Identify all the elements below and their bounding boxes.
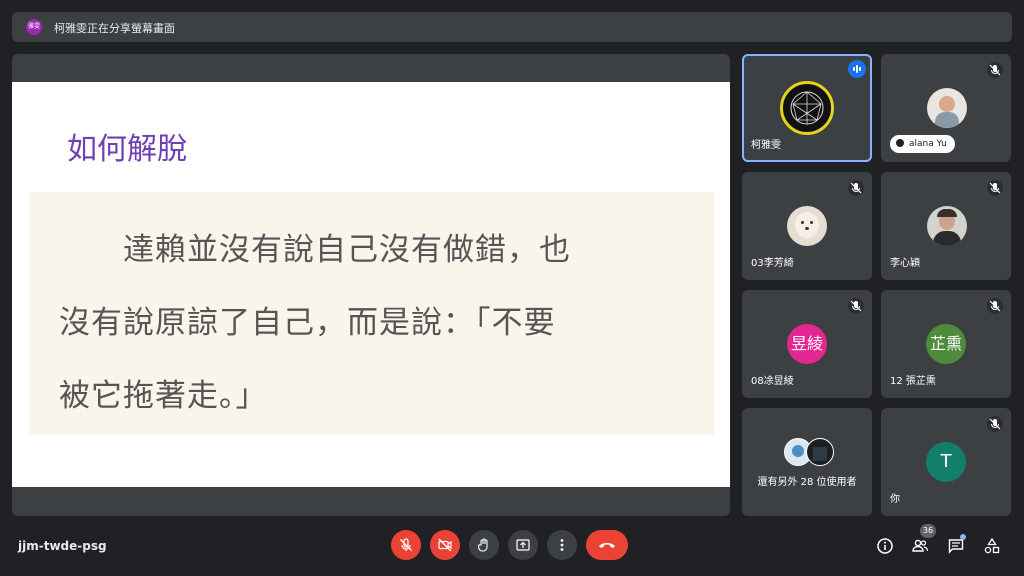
slide-title: 如何解脫 [67, 132, 187, 167]
meeting-code: jjm-twde-psg [18, 539, 107, 553]
hand-icon [477, 538, 488, 552]
participant-avatar-image [927, 88, 967, 128]
mic-off-icon [848, 180, 864, 196]
participant-name: 你 [890, 494, 900, 505]
presenting-banner-text: 柯雅雯正在分享螢幕畫面 [54, 22, 175, 35]
slide-line: 沒有說原諒了自己，而是說：「不要 [59, 305, 556, 341]
present-now-button[interactable] [508, 530, 538, 560]
people-icon [912, 539, 929, 552]
participant-avatar: 昱綾 [787, 324, 827, 364]
presenter-avatar: 雅雯 [26, 19, 42, 35]
mic-off-icon [400, 538, 412, 551]
more-participants-label: 還有另外 28 位使用者 [757, 477, 857, 488]
camera-toggle-button[interactable] [430, 530, 460, 560]
self-avatar: T [926, 442, 966, 482]
activities-icon [984, 537, 1000, 554]
self-tile[interactable]: T 你 [881, 408, 1011, 516]
show-everyone-button[interactable] [910, 536, 930, 556]
participant-name: alana Yu [909, 139, 947, 149]
mic-off-icon [987, 298, 1003, 314]
participant-tile-presenter[interactable]: 柯雅雯 [742, 54, 872, 162]
participant-avatar-image [806, 438, 834, 466]
participant-tile[interactable]: alana Yu [881, 54, 1011, 162]
participant-avatar-image [787, 206, 827, 246]
phone-hangup-icon [599, 543, 615, 548]
participant-avatar: 芷熏 [926, 324, 966, 364]
participant-name: 03李芳綺 [751, 258, 794, 269]
more-participants-tile[interactable]: 還有另外 28 位使用者 [742, 408, 872, 516]
mic-off-icon [987, 62, 1003, 78]
presentation-slide: 如何解脫 達賴並沒有說自己沒有做錯，也 沒有說原諒了自己，而是說：「不要 被它拖… [12, 82, 730, 487]
shared-screen[interactable]: 如何解脫 達賴並沒有說自己沒有做錯，也 沒有說原諒了自己，而是說：「不要 被它拖… [12, 54, 730, 516]
participant-tile[interactable]: 李心穎 [881, 172, 1011, 280]
participant-name: 李心穎 [890, 258, 920, 269]
raise-hand-button[interactable] [469, 530, 499, 560]
mic-toggle-button[interactable] [391, 530, 421, 560]
mic-off-icon [987, 180, 1003, 196]
present-icon [516, 539, 530, 551]
slide-line: 被它拖著走。」 [59, 378, 268, 414]
participant-count-badge: 36 [920, 524, 936, 538]
person-icon [896, 139, 904, 147]
presenting-banner: 雅雯 柯雅雯正在分享螢幕畫面 [12, 12, 1012, 42]
more-vert-icon [560, 539, 564, 551]
slide-quote-box: 達賴並沒有說自己沒有做錯，也 沒有說原諒了自己，而是說：「不要 被它拖著走。」 [29, 192, 714, 435]
activities-button[interactable] [982, 536, 1002, 556]
speaking-indicator-icon [848, 60, 866, 78]
meeting-details-button[interactable] [875, 536, 895, 556]
slide-line: 達賴並沒有說自己沒有做錯，也 [59, 232, 571, 268]
participant-name: 12 張芷熏 [890, 376, 936, 387]
info-icon [877, 538, 893, 554]
participant-name-chip: alana Yu [890, 135, 955, 153]
leave-call-button[interactable] [586, 530, 628, 560]
more-options-button[interactable] [547, 530, 577, 560]
participant-tile[interactable]: 昱綾 08凃昱綾 [742, 290, 872, 398]
camera-off-icon [438, 538, 452, 552]
chat-notification-dot [960, 534, 966, 540]
presenter-avatar-image [780, 81, 834, 135]
participant-tile[interactable]: 芷熏 12 張芷熏 [881, 290, 1011, 398]
mic-off-icon [848, 298, 864, 314]
participant-name: 08凃昱綾 [751, 376, 794, 387]
participant-avatar-image [927, 206, 967, 246]
mic-off-icon [987, 416, 1003, 432]
participant-tile[interactable]: 03李芳綺 [742, 172, 872, 280]
participant-name: 柯雅雯 [751, 140, 781, 151]
